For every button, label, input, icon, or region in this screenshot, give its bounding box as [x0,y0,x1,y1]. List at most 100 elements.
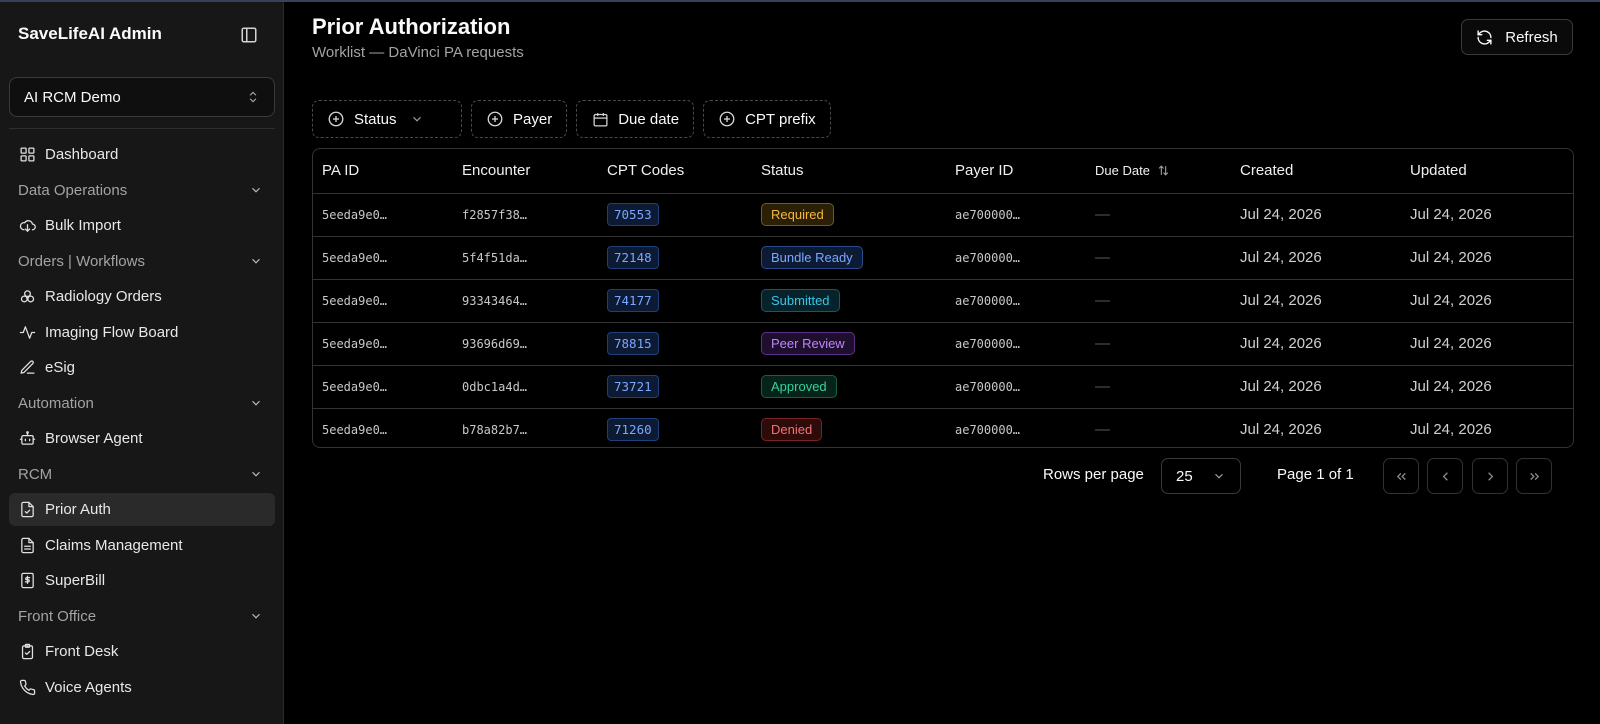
chevron-down-icon [252,471,260,477]
sidebar-item-label: SuperBill [45,572,106,589]
column-header-updated[interactable]: Updated [1401,149,1573,194]
org-selector[interactable]: AI RCM Demo [9,77,275,117]
sort-arrows-icon[interactable] [1157,164,1170,177]
cell-pa-id: 5eeda9e0… [322,422,388,437]
cell-due-date: — [1086,193,1231,237]
sidebar-group-label: Automation [18,394,94,412]
sidebar-item-browser-agent[interactable]: Browser Agent [9,422,275,455]
panel-left-icon [241,27,257,43]
first-page-button[interactable] [1383,458,1419,494]
cell-encounter: 5f4f51da… [453,236,598,280]
due-date-filter-button[interactable]: Due date [576,100,695,138]
cell-updated: Jul 24, 2026 [1401,236,1573,280]
sidebar-group-label: RCM [18,465,53,483]
sidebar-item-prior-auth[interactable]: Prior Auth [9,493,275,526]
chevrons-up-down-icon [249,91,257,103]
cpt-code-chip: 70553 [607,203,659,226]
column-header-payer-id[interactable]: Payer ID [946,149,1086,194]
status-filter-button[interactable]: Status [312,100,462,138]
bot-icon [18,430,36,448]
cell-status: Submitted [752,279,946,323]
cell-cpt-codes: 70553 [598,193,752,237]
table-row[interactable]: 5eeda9e0… 5f4f51da… 72148 Bundle Ready ae700… [313,236,1573,280]
cell-cpt-codes: 78815 [598,322,752,366]
cell-status: Peer Review [752,322,946,366]
refresh-button[interactable]: Refresh [1461,19,1573,55]
dollar-receipt-icon [18,572,36,590]
refresh-icon [1477,29,1492,45]
table-row[interactable]: 5eeda9e0… 93696d69… 78815 Peer Review ae7000… [313,322,1573,366]
table-row[interactable]: 5eeda9e0… 0dbc1a4d… 73721 Approved ae700000…… [313,365,1573,409]
page-title: Prior Authorization [312,14,511,39]
sidebar-item-voice-agents[interactable]: Voice Agents [9,671,275,704]
plus-circle-icon [719,111,735,127]
cloud-download-icon [18,217,36,235]
phone-icon [18,678,36,696]
status-badge: Peer Review [761,332,855,355]
sidebar-toggle-button[interactable] [238,24,260,46]
column-header-pa-id[interactable]: PA ID [313,149,453,194]
sidebar-group-front-office[interactable]: Front Office [9,600,275,633]
pagination: Rows per page 25 Page 1 of 1 [312,458,1574,494]
file-check-icon [18,501,36,519]
chevron-right-icon [1487,471,1493,481]
filter-bar: Status Payer Due date CPT prefix [312,100,831,138]
last-page-button[interactable] [1516,458,1552,494]
sidebar-item-bulk-import[interactable]: Bulk Import [9,209,275,242]
page-info: Page 1 of 1 [1277,466,1354,483]
rows-per-page-value: 25 [1176,467,1193,485]
sidebar-group-automation[interactable]: Automation [9,387,275,420]
sidebar-item-front-desk[interactable]: Front Desk [9,635,275,668]
table-row[interactable]: 5eeda9e0… f2857f38… 70553 Required ae700000…… [313,193,1573,237]
column-header-cpt-codes[interactable]: CPT Codes [598,149,752,194]
sidebar-group-rcm[interactable]: RCM [9,458,275,491]
cell-due-date: — [1086,322,1231,366]
sidebar-group-data-operations[interactable]: Data Operations [9,174,275,207]
activity-icon [18,323,36,341]
payer-filter-button[interactable]: Payer [471,100,568,138]
column-header-encounter[interactable]: Encounter [453,149,598,194]
plus-circle-icon [328,111,344,127]
sidebar-item-radiology-orders[interactable]: Radiology Orders [9,280,275,313]
status-badge: Bundle Ready [761,246,863,269]
status-badge: Submitted [761,289,840,312]
cell-due-date: — [1086,365,1231,409]
calendar-icon [593,112,608,127]
sidebar-item-esig[interactable]: eSig [9,351,275,384]
next-page-button[interactable] [1472,458,1508,494]
cell-created: Jul 24, 2026 [1240,421,1322,439]
clipboard-check-icon [18,643,36,661]
sidebar-item-claims-management[interactable]: Claims Management [9,529,275,562]
pa-table: PA ID Encounter CPT Codes Status Payer I… [312,148,1574,448]
sidebar-group-orders-workflows[interactable]: Orders | Workflows [9,245,275,278]
column-header-created[interactable]: Created [1231,149,1401,194]
column-header-status[interactable]: Status [752,149,946,194]
cell-updated: Jul 24, 2026 [1410,421,1492,439]
sidebar-item-superbill[interactable]: SuperBill [9,564,275,597]
cpt-code-chip: 73721 [607,375,659,398]
cell-pa-id: 5eeda9e0… [313,365,453,409]
previous-page-button[interactable] [1427,458,1463,494]
cell-created: Jul 24, 2026 [1231,236,1401,280]
table-row[interactable]: 5eeda9e0… 93343464… 74177 Submitted ae700000… [313,279,1573,323]
sidebar-item-label: Front Desk [45,643,119,660]
chevron-down-icon [252,258,260,264]
rows-per-page-select[interactable]: 25 [1161,458,1241,494]
cell-payer-id: ae700000… [946,193,1086,237]
table-header-row: PA ID Encounter CPT Codes Status Payer I… [313,149,1573,194]
status-badge: Required [761,203,834,226]
column-header-due-date[interactable]: Due Date [1086,149,1231,194]
cell-status: Required [752,193,946,237]
page-subtitle: Worklist — DaVinci PA requests [312,44,524,61]
cell-payer-id: ae700000… [946,279,1086,323]
sidebar-item-dashboard[interactable]: Dashboard [9,138,275,171]
sidebar-item-label: Imaging Flow Board [45,323,179,341]
table-row[interactable]: 5eeda9e0… b78a82b7… 71260 Denied ae700000… — J… [313,408,1573,447]
sidebar-item-imaging-flow-board[interactable]: Imaging Flow Board [9,316,275,349]
cell-pa-id: 5eeda9e0… [313,322,453,366]
chevron-down-icon [1215,473,1223,479]
cell-encounter: 0dbc1a4d… [453,365,598,409]
cell-cpt-codes: 72148 [598,236,752,280]
cpt-prefix-filter-button[interactable]: CPT prefix [703,100,831,138]
cell-due-date: — [1086,236,1231,280]
